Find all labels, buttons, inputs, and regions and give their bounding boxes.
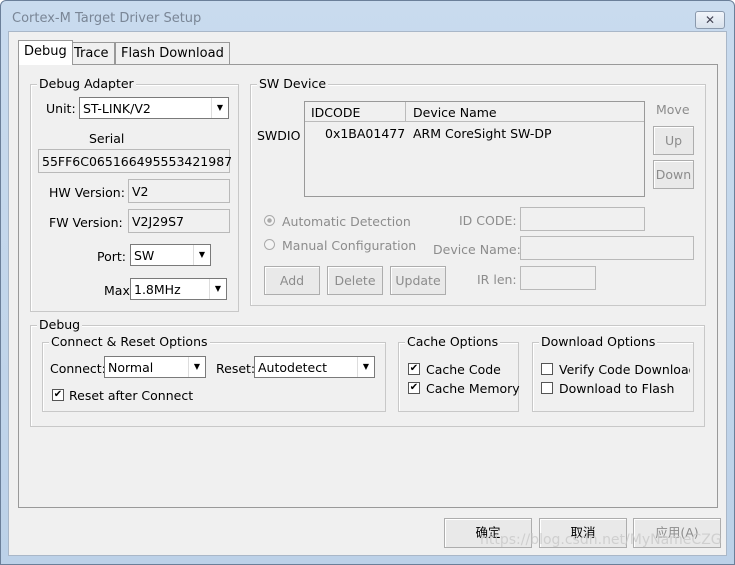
group-title: Download Options xyxy=(539,334,658,349)
reset-select[interactable]: Autodetect ▼ xyxy=(254,356,375,378)
unit-value: ST-LINK/V2 xyxy=(83,101,151,116)
id-code-label: ID CODE: xyxy=(459,213,517,228)
cache-memory-checkbox[interactable]: ✔ xyxy=(408,382,420,394)
fw-version-field: V2J29S7 xyxy=(128,209,230,233)
download-to-flash-checkbox[interactable] xyxy=(541,382,553,394)
unit-label: Unit: xyxy=(46,101,76,116)
row-device-name[interactable]: ARM CoreSight SW-DP xyxy=(413,126,552,141)
delete-button[interactable]: Delete xyxy=(327,266,383,295)
tab-trace[interactable]: Trace xyxy=(68,42,115,65)
hw-version-label: HW Version: xyxy=(49,185,125,200)
group-title: Debug xyxy=(37,317,83,332)
move-up-button[interactable]: Up xyxy=(653,126,694,155)
move-label: Move xyxy=(656,102,690,117)
id-code-field[interactable] xyxy=(520,207,645,231)
reset-after-connect-checkbox[interactable]: ✔ xyxy=(52,389,64,401)
device-name-label: Device Name: xyxy=(433,242,521,257)
port-label: Port: xyxy=(97,249,126,264)
connect-value: Normal xyxy=(108,360,154,375)
window-title: Cortex-M Target Driver Setup xyxy=(12,11,202,26)
unit-select[interactable]: ST-LINK/V2 ▼ xyxy=(79,97,229,119)
download-to-flash-label: Download to Flash xyxy=(559,381,675,396)
max-label: Max xyxy=(104,283,130,298)
reset-label: Reset: xyxy=(216,361,256,376)
verify-code-download-label: Verify Code Download xyxy=(559,362,690,377)
tab-flash-download[interactable]: Flash Download xyxy=(115,42,230,65)
chevron-down-icon: ▼ xyxy=(188,357,205,377)
row-idcode[interactable]: 0x1BA01477 xyxy=(325,126,405,141)
add-button[interactable]: Add xyxy=(264,266,320,295)
swdio-label: SWDIO xyxy=(257,128,301,143)
verify-code-download-checkbox[interactable] xyxy=(541,363,553,375)
chevron-down-icon: ▼ xyxy=(193,245,210,265)
max-clock-select[interactable]: 1.8MHz ▼ xyxy=(130,278,227,300)
chevron-down-icon: ▼ xyxy=(211,98,228,118)
reset-after-connect-label: Reset after Connect xyxy=(69,388,194,403)
device-name-field[interactable] xyxy=(520,236,694,260)
column-header-idcode[interactable]: IDCODE xyxy=(305,102,406,122)
group-title: Connect & Reset Options xyxy=(49,334,210,349)
tab-debug[interactable]: Debug xyxy=(18,40,73,65)
connect-select[interactable]: Normal ▼ xyxy=(104,356,206,378)
device-table[interactable]: IDCODE Device Name 0x1BA01477 ARM CoreSi… xyxy=(304,101,645,197)
automatic-detection-radio[interactable] xyxy=(264,215,275,226)
close-icon[interactable]: ✕ xyxy=(695,11,725,29)
connect-label: Connect: xyxy=(50,361,106,376)
chevron-down-icon: ▼ xyxy=(209,279,226,299)
port-select[interactable]: SW ▼ xyxy=(130,244,211,266)
ir-len-label: IR len: xyxy=(477,272,517,287)
cache-code-checkbox[interactable]: ✔ xyxy=(408,363,420,375)
cache-code-label: Cache Code xyxy=(426,362,501,377)
watermark: https://blog.csdn.net/MyNameCZG xyxy=(480,532,722,548)
serial-label: Serial xyxy=(89,131,125,146)
fw-version-label: FW Version: xyxy=(49,215,123,230)
cache-memory-label: Cache Memory xyxy=(426,381,520,396)
column-header-device-name[interactable]: Device Name xyxy=(406,102,644,122)
manual-configuration-label: Manual Configuration xyxy=(282,238,417,253)
automatic-detection-label: Automatic Detection xyxy=(282,214,411,229)
hw-version-field: V2 xyxy=(128,179,230,203)
ir-len-field[interactable] xyxy=(520,266,596,290)
group-title: Cache Options xyxy=(405,334,501,349)
manual-configuration-radio[interactable] xyxy=(264,239,275,250)
chevron-down-icon: ▼ xyxy=(357,357,374,377)
cache-options-group: Cache Options xyxy=(398,334,519,412)
serial-field: 55FF6C065166495553421987 xyxy=(38,149,232,173)
max-value: 1.8MHz xyxy=(134,282,181,297)
reset-value: Autodetect xyxy=(258,360,328,375)
group-title: Debug Adapter xyxy=(37,76,136,91)
port-value: SW xyxy=(134,248,155,263)
move-down-button[interactable]: Down xyxy=(653,160,694,189)
group-title: SW Device xyxy=(257,76,329,91)
download-options-group: Download Options xyxy=(532,334,694,412)
update-button[interactable]: Update xyxy=(390,266,446,295)
